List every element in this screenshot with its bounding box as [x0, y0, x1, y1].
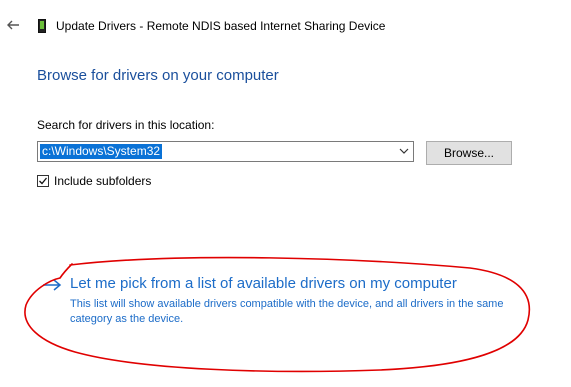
checkmark-icon — [39, 177, 48, 185]
back-arrow-icon — [7, 20, 19, 30]
window-title: Update Drivers - Remote NDIS based Inter… — [56, 19, 386, 33]
include-subfolders-checkbox[interactable] — [37, 175, 49, 187]
red-annotation-circle — [24, 256, 531, 373]
device-icon — [38, 19, 46, 33]
back-button[interactable] — [6, 18, 20, 32]
pick-from-list-link[interactable]: Let me pick from a list of available dri… — [70, 275, 457, 292]
search-location-combobox[interactable]: c:\Windows\System32 — [37, 141, 414, 162]
search-location-value[interactable]: c:\Windows\System32 — [40, 144, 163, 159]
page-heading: Browse for drivers on your computer — [37, 67, 279, 84]
chevron-down-icon[interactable] — [399, 147, 409, 155]
browse-button[interactable]: Browse... — [426, 141, 512, 165]
arrow-right-icon[interactable] — [41, 278, 63, 292]
pick-from-list-description: This list will show available drivers co… — [70, 298, 504, 325]
include-subfolders-label[interactable]: Include subfolders — [54, 174, 151, 188]
search-location-label: Search for drivers in this location: — [37, 118, 215, 132]
